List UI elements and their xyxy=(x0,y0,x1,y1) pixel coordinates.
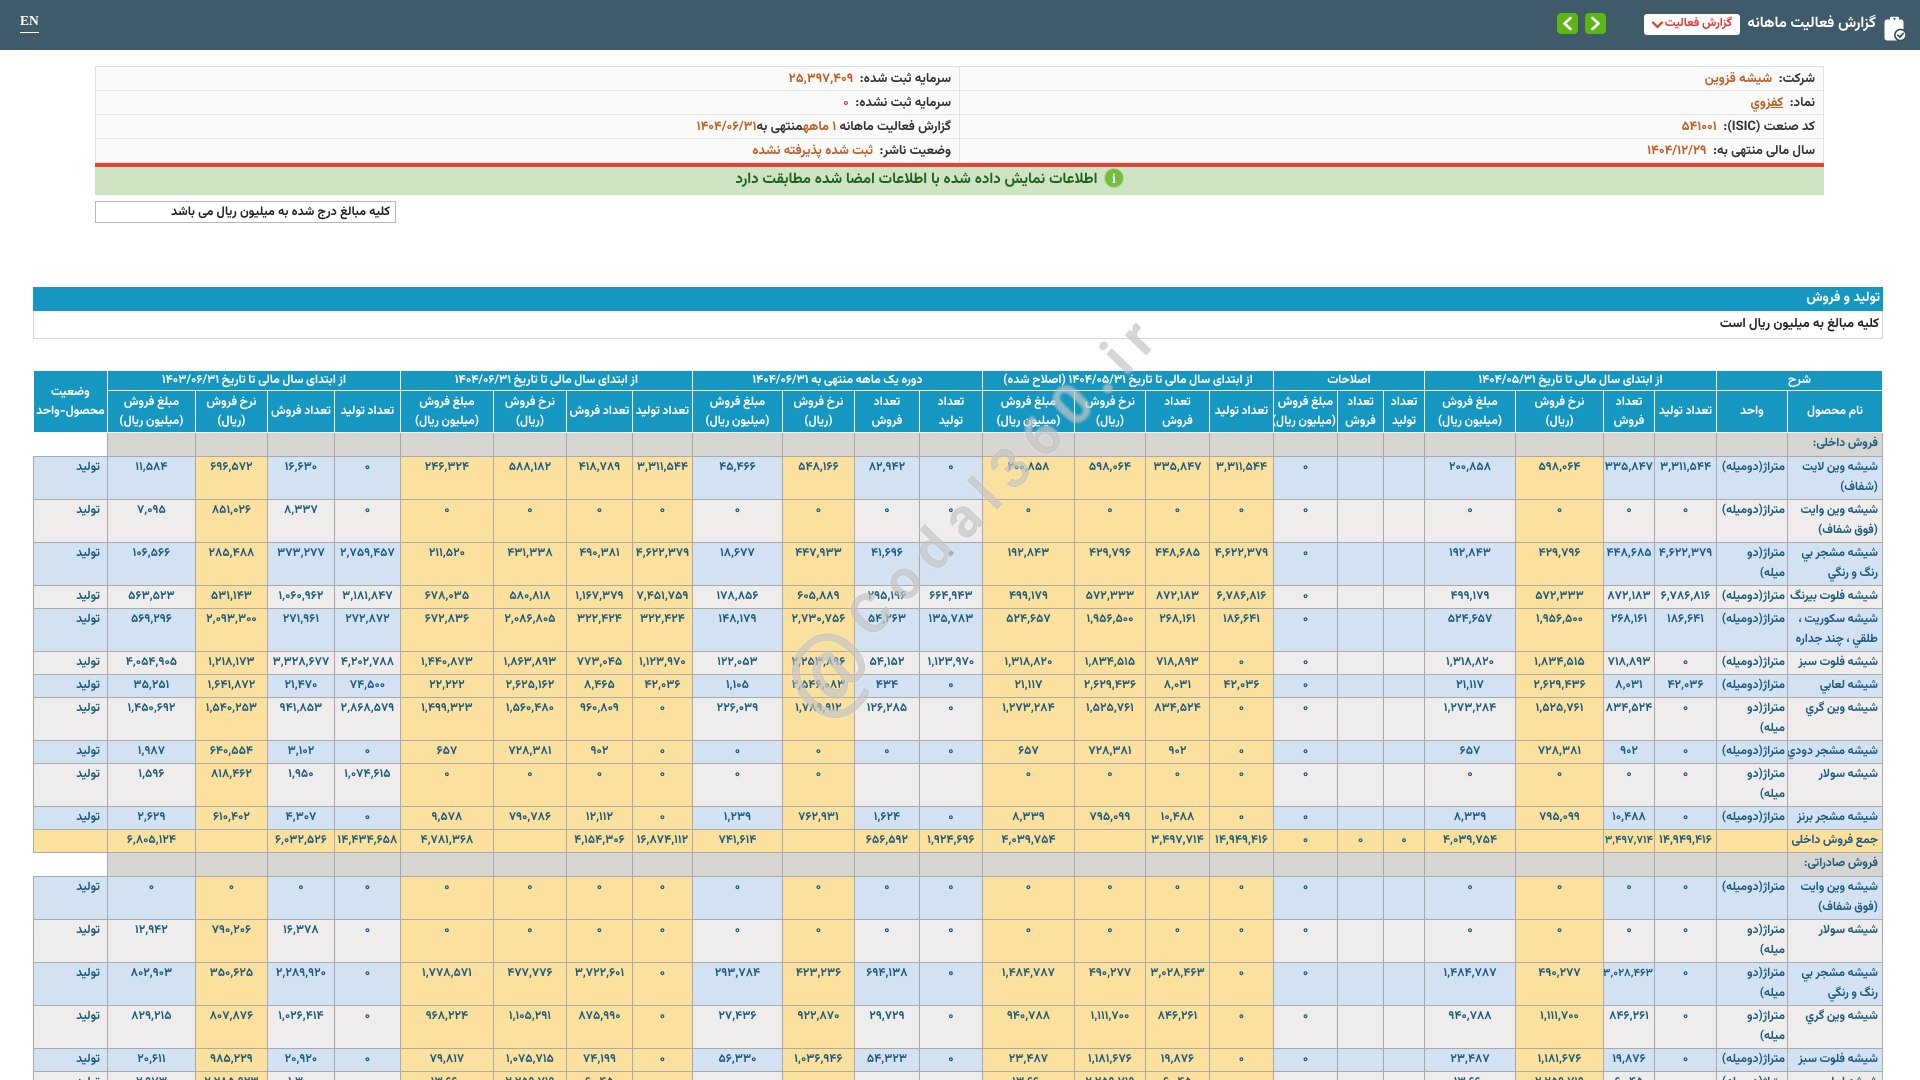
svg-text:i: i xyxy=(1113,172,1117,187)
